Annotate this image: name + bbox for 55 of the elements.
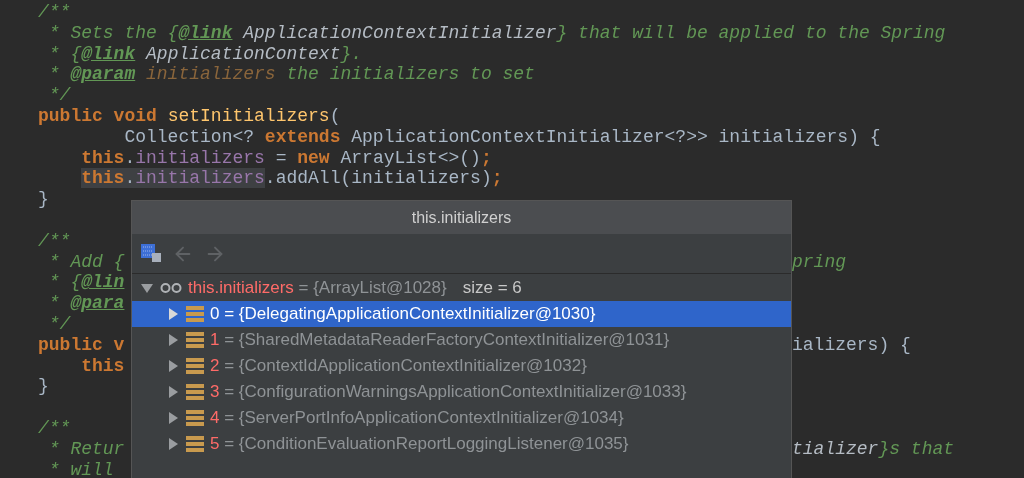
collapsed-arrow-icon[interactable] bbox=[166, 411, 180, 425]
collapsed-arrow-icon[interactable] bbox=[166, 307, 180, 321]
element-text: 3 = {ConfigurationWarningsApplicationContextInitializer@1033} bbox=[210, 382, 687, 402]
variable-text: this.initializers = {ArrayList@1028} bbox=[188, 278, 447, 298]
code-line: * Sets the {@link ApplicationContextInitializer} that will be applied to the Spring bbox=[47, 22, 946, 43]
watch-icon bbox=[160, 282, 182, 294]
tree-row[interactable]: 4 = {ServerPortInfoApplicationContextInitializer@1034} bbox=[132, 405, 791, 431]
code-line: ializers) { bbox=[792, 334, 911, 356]
code-line: /** bbox=[38, 2, 71, 22]
tree-row[interactable]: 1 = {SharedMetadataReaderFactoryContextInitializer@1031} bbox=[132, 327, 791, 353]
tree-row[interactable]: 5 = {ConditionEvaluationReportLoggingListener@1035} bbox=[132, 431, 791, 457]
collapsed-arrow-icon[interactable] bbox=[166, 437, 180, 451]
tree-row[interactable]: 2 = {ContextIdApplicationContextInitializer@1032} bbox=[132, 353, 791, 379]
code-line: * {@lin bbox=[47, 272, 125, 293]
tree-row[interactable]: 3 = {ConfigurationWarningsApplicationContextInitializer@1033} bbox=[132, 379, 791, 405]
code-line: /** bbox=[38, 230, 71, 251]
code-line: this.initializers = new ArrayList<>(); bbox=[81, 147, 492, 168]
code-line: } bbox=[38, 189, 49, 210]
code-line: pring bbox=[792, 251, 846, 273]
element-text: 4 = {ServerPortInfoApplicationContextInitializer@1034} bbox=[210, 408, 624, 428]
popup-title: this.initializers bbox=[132, 201, 791, 234]
code-line: Collection<? extends ApplicationContextInitializer<?>> initializers) { bbox=[123, 126, 881, 147]
code-line: * Retur bbox=[47, 438, 125, 460]
code-line: */ bbox=[47, 85, 71, 106]
code-line: /** bbox=[38, 417, 71, 438]
size-text: size = 6 bbox=[462, 278, 522, 298]
collapsed-arrow-icon[interactable] bbox=[166, 385, 180, 399]
code-line: * @param initializers the initializers to set bbox=[47, 64, 535, 85]
stack-icon bbox=[186, 305, 204, 323]
stack-icon bbox=[186, 409, 204, 427]
code-line: * Add { bbox=[47, 251, 125, 273]
code-line: public void setInitializers( bbox=[38, 106, 341, 126]
collapsed-arrow-icon[interactable] bbox=[166, 333, 180, 347]
stack-icon bbox=[186, 331, 204, 349]
code-line: * @para bbox=[47, 293, 125, 314]
code-line: public v bbox=[38, 334, 125, 356]
element-text: 5 = {ConditionEvaluationReportLoggingListener@1035} bbox=[210, 434, 629, 454]
element-text: 1 = {SharedMetadataReaderFactoryContextInitializer@1031} bbox=[210, 330, 670, 350]
element-text: 2 = {ContextIdApplicationContextInitializer@1032} bbox=[210, 356, 587, 376]
code-line: } bbox=[38, 376, 49, 397]
code-line: * will bbox=[47, 459, 114, 478]
tree-row[interactable]: 0 = {DelegatingApplicationContextInitializer@1030} bbox=[132, 301, 791, 327]
grid-icon bbox=[141, 244, 162, 263]
collapsed-arrow-icon[interactable] bbox=[166, 359, 180, 373]
code-line: this bbox=[81, 355, 125, 376]
expanded-arrow-icon[interactable] bbox=[140, 281, 154, 295]
code-line: * {@link ApplicationContext}. bbox=[47, 43, 363, 64]
stack-icon bbox=[186, 357, 204, 375]
code-line: */ bbox=[47, 313, 71, 334]
view-toggle-button[interactable] bbox=[141, 244, 162, 263]
stack-icon bbox=[186, 383, 204, 401]
code-line: this.initializers.addAll(initializers); bbox=[81, 168, 503, 189]
element-text: 0 = {DelegatingApplicationContextInitializer@1030} bbox=[210, 304, 596, 324]
code-line: tializer}s that bbox=[792, 438, 955, 460]
stack-icon bbox=[186, 435, 204, 453]
